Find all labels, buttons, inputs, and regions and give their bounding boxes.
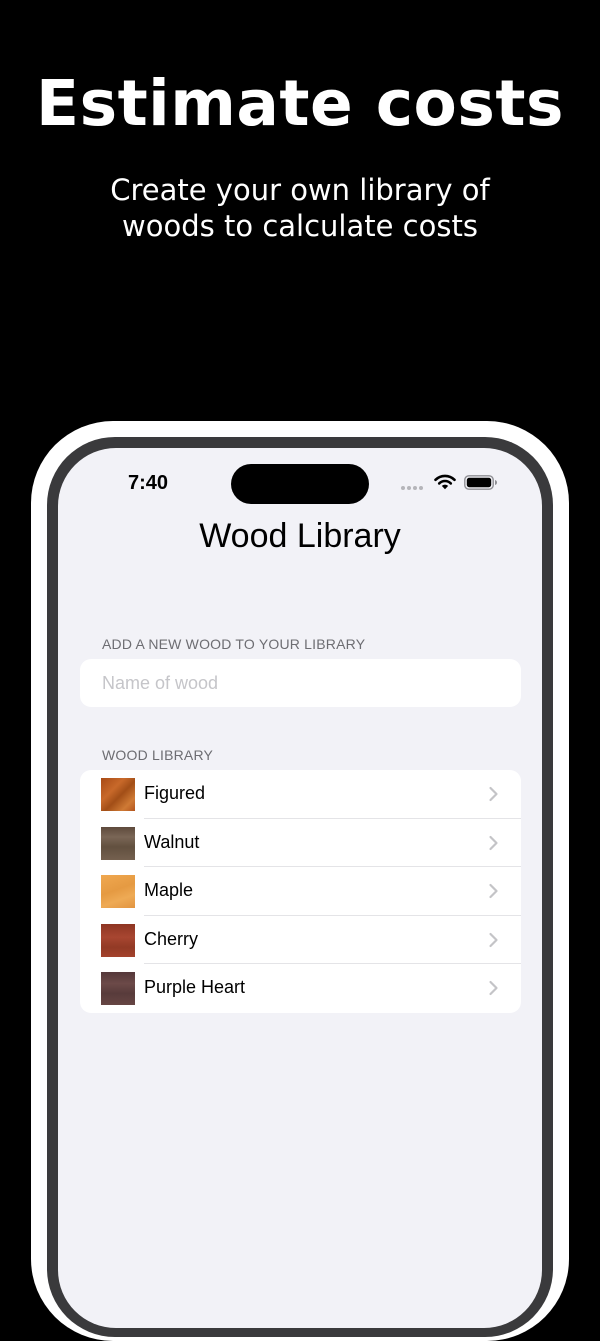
promo-subhead-line-2: woods to calculate costs <box>122 209 478 243</box>
list-item-label: Maple <box>144 880 194 900</box>
wood-library-list: Figured Walnut Maple Cherry Purple Heart <box>80 770 521 1013</box>
wifi-icon <box>434 474 456 490</box>
wood-name-input[interactable] <box>80 659 521 707</box>
list-item-label: Walnut <box>144 832 200 852</box>
wood-name-field-container <box>80 659 521 707</box>
chevron-right-icon <box>489 786 498 802</box>
chevron-right-icon <box>489 835 498 851</box>
list-item-purple-heart[interactable]: Purple Heart <box>80 964 521 1012</box>
chevron-right-icon <box>489 980 498 996</box>
wood-swatch-cherry <box>101 924 135 957</box>
dynamic-island <box>231 464 369 504</box>
page-title: Wood Library <box>199 517 401 555</box>
chevron-right-icon <box>489 932 498 948</box>
promo-headline: Estimate costs <box>36 67 564 140</box>
signal-dots-icon <box>401 486 425 490</box>
promo-subhead: Create your own library of woods to calc… <box>0 172 600 244</box>
status-time: 7:40 <box>128 472 169 494</box>
promo-subhead-line-1: Create your own library of <box>110 173 490 207</box>
list-item-label: Cherry <box>144 929 199 949</box>
chevron-right-icon <box>489 883 498 899</box>
wood-swatch-figured <box>101 778 135 811</box>
wood-swatch-maple <box>101 875 135 908</box>
list-item-label: Figured <box>144 783 206 803</box>
list-item-label: Purple Heart <box>144 977 246 997</box>
list-item-maple[interactable]: Maple <box>80 867 521 915</box>
add-wood-section-header: ADD A NEW WOOD TO YOUR LIBRARY <box>102 636 366 652</box>
wood-library-section-header: WOOD LIBRARY <box>102 747 214 763</box>
list-item-walnut[interactable]: Walnut <box>80 819 521 867</box>
list-item-cherry[interactable]: Cherry <box>80 916 521 964</box>
list-item-figured[interactable]: Figured <box>80 770 521 818</box>
phone-screen: 7:40 Wood Library ADD A NEW WOOD TO YOUR… <box>58 448 542 1328</box>
battery-icon <box>464 475 497 490</box>
wood-swatch-purple-heart <box>101 972 135 1005</box>
wood-swatch-walnut <box>101 827 135 860</box>
